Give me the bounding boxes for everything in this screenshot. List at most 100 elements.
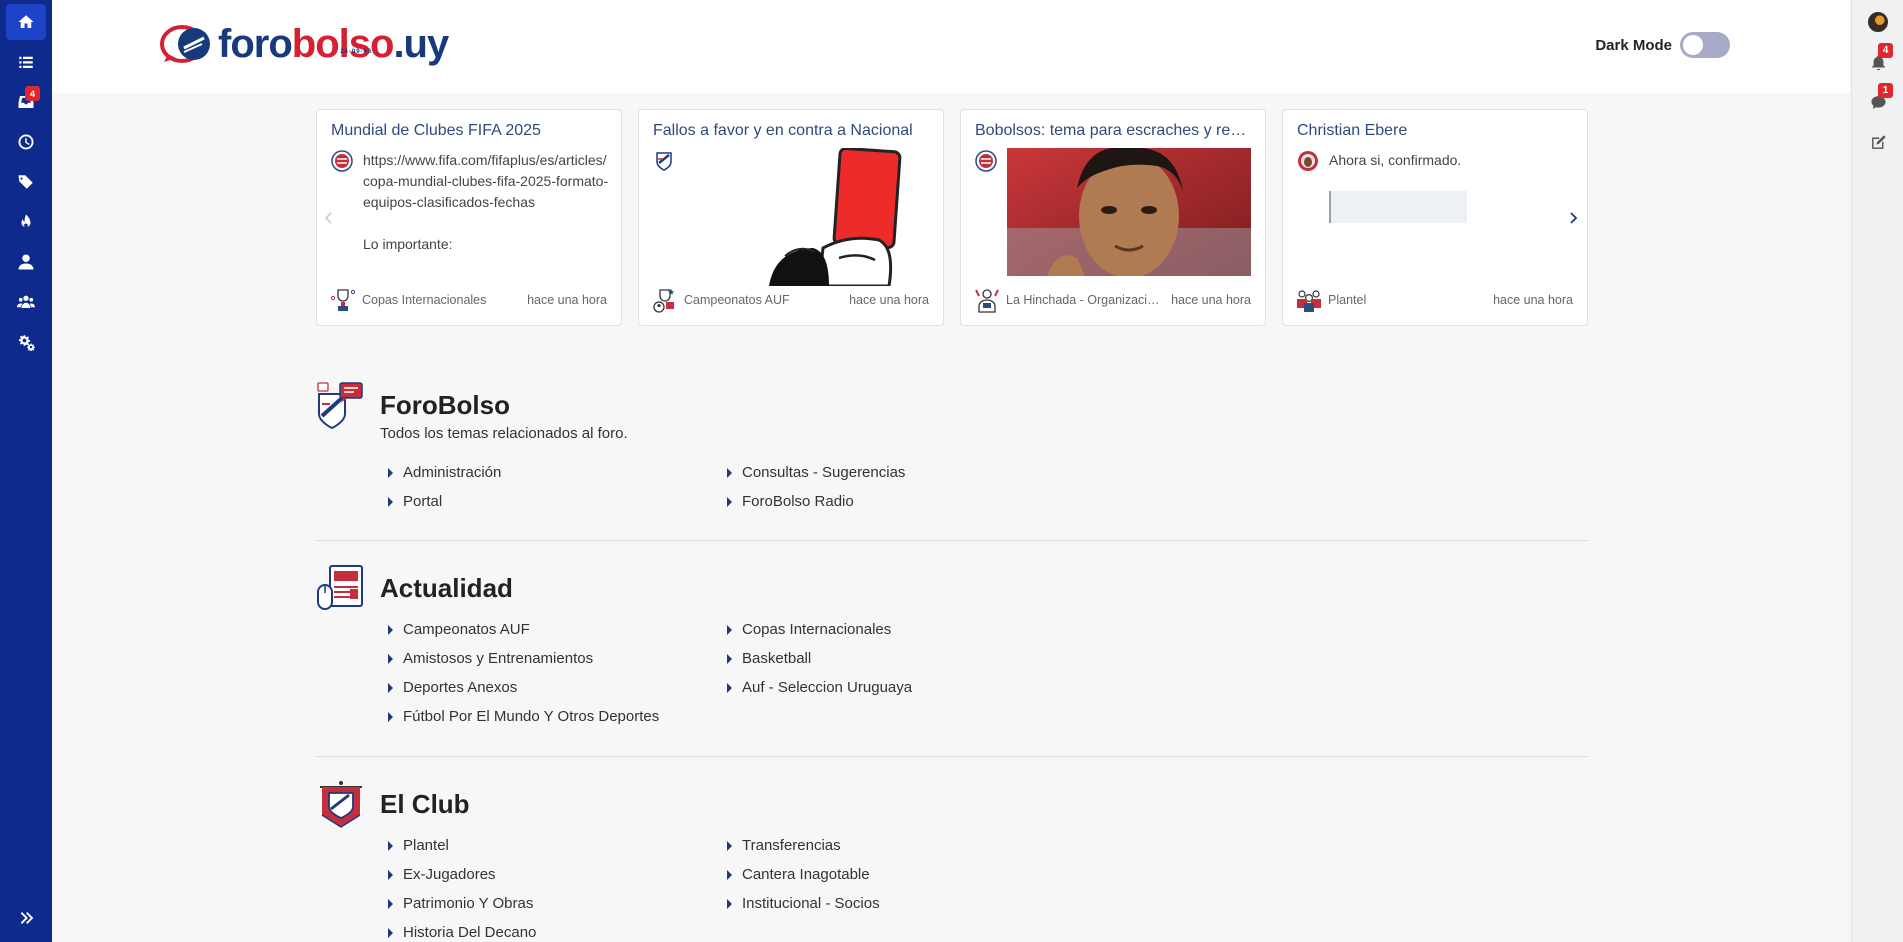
dark-mode-control: Dark Mode <box>1595 32 1730 58</box>
embedded-media-placeholder <box>1329 191 1467 223</box>
site-logo[interactable]: forobolso.uy 24-09-06 <box>160 22 449 66</box>
tags-icon <box>18 175 33 189</box>
category-title[interactable]: ForoBolso <box>380 390 510 421</box>
caret-right-icon <box>388 840 393 851</box>
user-icon <box>18 254 34 270</box>
section-divider <box>316 540 1588 541</box>
section-divider <box>316 756 1588 757</box>
subcategory-link[interactable]: Transferencias <box>725 835 1064 856</box>
chats-button[interactable]: 1 <box>1862 83 1894 118</box>
caret-right-icon <box>388 467 393 478</box>
carousel-next-button[interactable] <box>1566 210 1586 230</box>
subcategory-link[interactable]: Amistosos y Entrenamientos <box>386 648 725 669</box>
topic-card-link-text[interactable]: https://www.fifa.com/fifaplus/es/article… <box>363 150 611 213</box>
notifications-button[interactable]: 4 <box>1862 43 1894 78</box>
nav-categories[interactable] <box>6 44 46 80</box>
topic-card-paragraph: Lo importante: <box>363 236 453 252</box>
subcategory-link[interactable]: Auf - Seleccion Uruguaya <box>725 677 1064 698</box>
subcategory-link[interactable]: Basketball <box>725 648 1064 669</box>
category-title[interactable]: Actualidad <box>380 573 513 604</box>
subcategory-label: Historia Del Decano <box>403 924 537 941</box>
logo-text-foro: foro <box>218 22 293 66</box>
chevron-left-icon <box>324 212 332 224</box>
nav-groups[interactable] <box>6 284 46 320</box>
topic-card-footer: Campeonatos AUF hace una hora <box>651 285 929 315</box>
subcategory-link[interactable]: ForoBolso Radio <box>725 491 1064 512</box>
caret-right-icon <box>727 496 732 507</box>
topic-card-title[interactable]: Fallos a favor y en contra a Nacional <box>653 122 929 140</box>
subcategory-link[interactable]: Deportes Anexos <box>386 677 725 698</box>
topic-card[interactable]: Mundial de Clubes FIFA 2025 https://www.… <box>316 109 622 326</box>
nav-users[interactable] <box>6 244 46 280</box>
subcategory-label: Portal <box>403 493 443 510</box>
news-computer-icon <box>317 565 363 610</box>
caret-right-icon <box>727 624 732 635</box>
topic-card-time: hace una hora <box>849 293 929 307</box>
new-topic-button[interactable] <box>1862 126 1894 158</box>
subcategory-label: Patrimonio Y Obras <box>403 895 534 912</box>
subcategory-link[interactable]: Cantera Inagotable <box>725 864 1064 885</box>
caret-right-icon <box>727 869 732 880</box>
cogs-icon <box>18 335 35 351</box>
topic-card[interactable]: Fallos a favor y en contra a Nacional Ca… <box>638 109 944 326</box>
subcategory-label: Amistosos y Entrenamientos <box>403 650 594 667</box>
subcategory-link[interactable]: Fútbol Por El Mundo Y Otros Deportes <box>386 706 725 727</box>
double-chevron-right-icon <box>20 912 34 924</box>
dark-mode-label: Dark Mode <box>1595 36 1672 54</box>
caret-right-icon <box>727 898 732 909</box>
topic-card-content: Ahora si, confirmado. <box>1329 150 1577 171</box>
subcategory-link[interactable]: Copas Internacionales <box>725 619 1064 640</box>
nav-recent[interactable] <box>6 124 46 160</box>
caret-right-icon <box>727 467 732 478</box>
caret-right-icon <box>727 653 732 664</box>
topic-card[interactable]: Christian Ebere Ahora si, confirmado. Pl… <box>1282 109 1588 326</box>
topic-card-footer: Plantel hace una hora <box>1295 285 1573 315</box>
subcategory-link[interactable]: Plantel <box>386 835 725 856</box>
caret-right-icon <box>388 927 393 938</box>
subcategory-label: Ex-Jugadores <box>403 866 496 883</box>
nav-unread[interactable]: 4 <box>6 84 46 120</box>
subcategory-link[interactable]: Campeonatos AUF <box>386 619 725 640</box>
subcategory-link[interactable]: Ex-Jugadores <box>386 864 725 885</box>
subcategory-link[interactable]: Historia Del Decano <box>386 922 725 942</box>
topic-card-category[interactable]: Plantel <box>1328 293 1483 307</box>
fire-icon <box>21 214 31 228</box>
topic-card-category[interactable]: Campeonatos AUF <box>684 293 839 307</box>
chevron-right-icon <box>1570 212 1578 224</box>
topic-card-category[interactable]: La Hinchada - Organizaciones <box>1006 293 1161 307</box>
subcategory-label: Copas Internacionales <box>742 621 892 638</box>
subcategory-link[interactable]: Institucional - Socios <box>725 893 1064 914</box>
player-photo <box>1007 148 1251 276</box>
subcategory-link[interactable]: Consultas - Sugerencias <box>725 462 1064 483</box>
category-el-club: El Club Plantel Transferencias Ex-Jugado… <box>316 779 1588 942</box>
nav-popular[interactable] <box>6 204 46 240</box>
subcategory-link[interactable]: Portal <box>386 491 725 512</box>
topic-card-title[interactable]: Christian Ebere <box>1297 122 1573 140</box>
topic-card-content: https://www.fifa.com/fifaplus/es/article… <box>363 150 611 255</box>
recent-topics-carousel: Mundial de Clubes FIFA 2025 https://www.… <box>316 109 1588 326</box>
topic-card[interactable]: Bobolsos: tema para escraches y reclamos… <box>960 109 1266 326</box>
subcategory-label: ForoBolso Radio <box>742 493 854 510</box>
expand-sidebar-button[interactable] <box>14 906 38 930</box>
caret-right-icon <box>388 898 393 909</box>
subcategory-link[interactable]: Administración <box>386 462 725 483</box>
dark-mode-toggle[interactable] <box>1680 32 1730 58</box>
topic-card-category[interactable]: Copas Internacionales <box>362 293 517 307</box>
topic-card-title[interactable]: Mundial de Clubes FIFA 2025 <box>331 122 607 140</box>
user-menu-button[interactable] <box>1862 6 1894 38</box>
nav-admin[interactable] <box>6 324 46 360</box>
subcategory-label: Plantel <box>403 837 449 854</box>
subcategory-link[interactable]: Patrimonio Y Obras <box>386 893 725 914</box>
category-title[interactable]: El Club <box>380 789 470 820</box>
carousel-prev-button[interactable] <box>322 210 342 230</box>
caret-right-icon <box>388 682 393 693</box>
avatar <box>1297 150 1319 172</box>
subcategory-label: Consultas - Sugerencias <box>742 464 906 481</box>
nav-tags[interactable] <box>6 164 46 200</box>
forum-shield-icon <box>317 382 363 430</box>
topic-card-title[interactable]: Bobolsos: tema para escraches y reclamos <box>975 122 1251 140</box>
nav-home[interactable] <box>6 4 46 40</box>
logo-tagline: 24-09-06 <box>340 49 373 55</box>
compose-icon <box>1871 134 1886 149</box>
logo-text-uy: .uy <box>393 22 449 66</box>
